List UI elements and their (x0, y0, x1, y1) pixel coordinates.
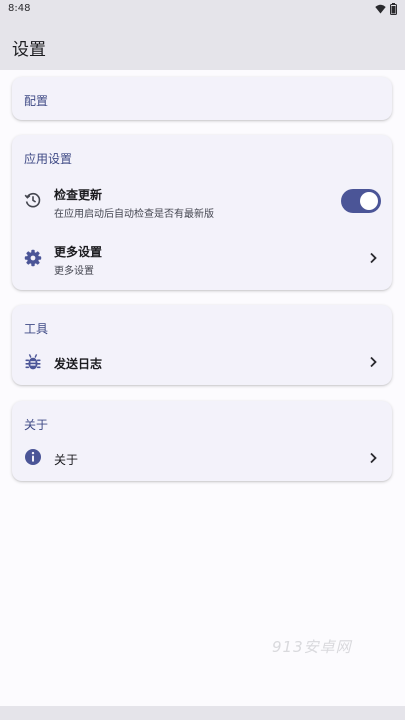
status-icons (375, 3, 397, 15)
app-settings-card: 应用设置 检查更新 在应用启动后自动检查是否有最新版 更多设置 更多设置 (12, 135, 392, 290)
app-bar: 设置 (0, 20, 405, 70)
more-settings-row[interactable]: 更多设置 更多设置 (12, 235, 392, 281)
system-nav-bar (0, 706, 405, 720)
check-update-toggle[interactable] (341, 189, 381, 213)
update-clock-icon (24, 192, 41, 208)
chevron-right-icon (370, 356, 377, 368)
send-log-title: 发送日志 (54, 357, 103, 371)
info-icon (25, 449, 41, 465)
send-log-row[interactable]: 发送日志 (12, 345, 392, 381)
check-update-row[interactable]: 检查更新 在应用启动后自动检查是否有最新版 (12, 177, 392, 223)
bug-icon (25, 354, 41, 370)
gear-icon (24, 249, 42, 267)
check-update-title: 检查更新 (54, 188, 103, 202)
about-section-title: 关于 (24, 418, 49, 432)
status-bar: 8:48 (0, 0, 405, 20)
chevron-right-icon (370, 452, 377, 464)
config-card[interactable]: 配置 (12, 77, 392, 120)
tools-section-title: 工具 (24, 322, 49, 336)
wifi-icon (375, 4, 386, 14)
toggle-knob (360, 192, 378, 210)
about-title: 关于 (54, 453, 79, 467)
tools-card: 工具 发送日志 (12, 305, 392, 385)
config-section-title: 配置 (24, 94, 49, 108)
battery-icon (390, 3, 397, 15)
app-settings-section-title: 应用设置 (24, 152, 73, 166)
chevron-right-icon (370, 252, 377, 264)
check-update-subtitle: 在应用启动后自动检查是否有最新版 (54, 209, 214, 220)
status-time: 8:48 (8, 3, 31, 14)
more-settings-subtitle: 更多设置 (54, 266, 94, 277)
page-title: 设置 (12, 40, 46, 60)
about-row[interactable]: 关于 (12, 441, 392, 477)
about-card: 关于 关于 (12, 401, 392, 481)
watermark: 913安卓网 (272, 638, 352, 656)
more-settings-title: 更多设置 (54, 245, 103, 259)
